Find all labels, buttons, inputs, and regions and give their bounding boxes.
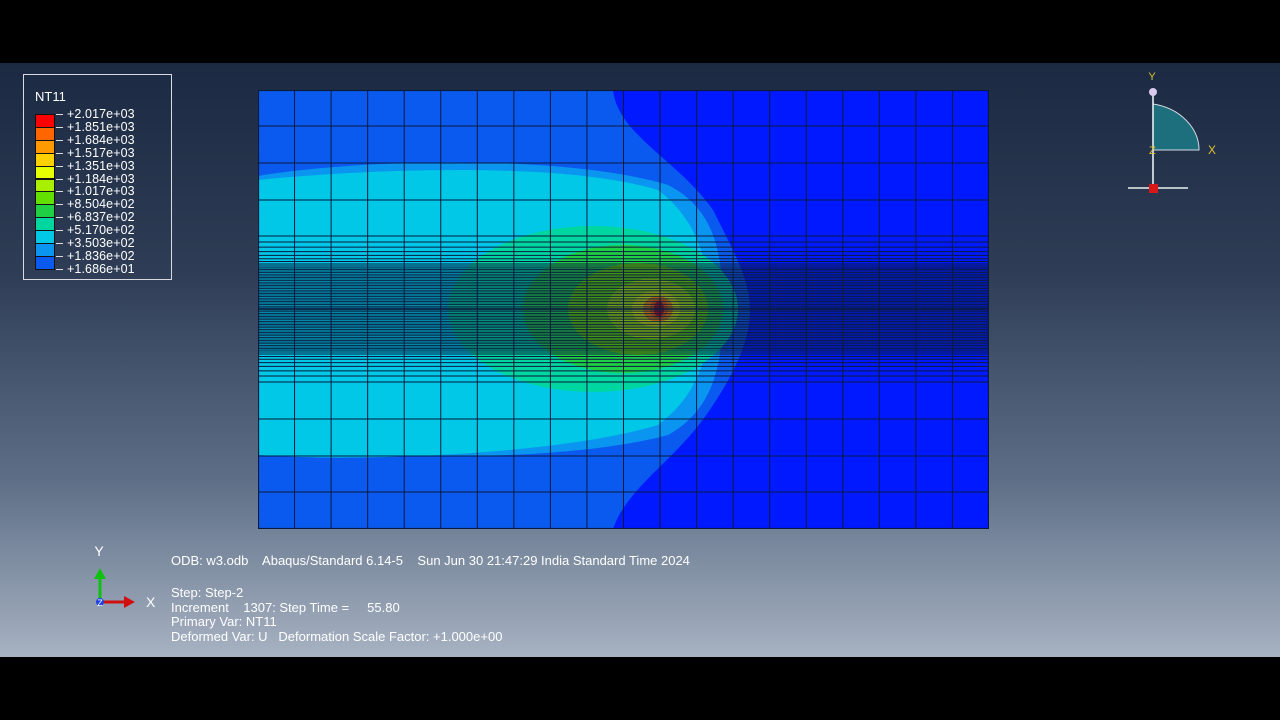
triad-y-arrow-icon: [94, 568, 106, 579]
legend-tick: [56, 152, 63, 154]
view-cube-triad[interactable]: Y X Z: [1120, 68, 1230, 203]
triad-x-label: X: [146, 594, 156, 610]
legend-tick: [56, 243, 63, 244]
legend-tick: [56, 217, 63, 219]
legend-tick: [56, 204, 63, 206]
legend-swatch: [35, 204, 55, 219]
legend-tick: [56, 139, 63, 141]
legend-tick: [56, 126, 63, 128]
odb-info-line: ODB: w3.odb Abaqus/Standard 6.14-5 Sun J…: [171, 553, 690, 568]
legend-tick: [56, 165, 63, 167]
legend-value: +1.517e+03: [67, 145, 135, 160]
primary-var-line: Primary Var: NT11: [171, 614, 277, 629]
legend-tick: [56, 191, 63, 193]
legend-swatch: [35, 230, 55, 244]
view-y-handle-icon[interactable]: [1149, 88, 1157, 96]
contour-legend: NT11 +2.017e+03 +1.851e+03 +1.684e+03 +1.51…: [23, 74, 172, 280]
legend-tick: [56, 178, 63, 180]
legend-swatch: [35, 165, 55, 180]
legend-tick: [56, 268, 63, 270]
legend-swatch: [35, 152, 55, 167]
legend-swatch: [35, 178, 55, 193]
view-z-label: Z: [1149, 145, 1156, 157]
step-info: Step: Step-2 Increment 1307: Step Time = …: [171, 585, 503, 644]
legend-swatch: [35, 126, 55, 141]
triad-z-label: Z: [97, 598, 103, 608]
legend-swatch: [35, 255, 55, 270]
legend-swatch: [35, 114, 55, 128]
triad-y-label: Y: [94, 543, 104, 559]
legend-value: +1.351e+03: [67, 158, 135, 173]
legend-value: +1.686e+01: [67, 261, 135, 276]
legend-title: NT11: [35, 89, 66, 104]
legend-tick: [56, 114, 63, 115]
view-x-label: X: [1208, 143, 1216, 157]
legend-tick: [56, 255, 63, 257]
legend-value: +1.851e+03: [67, 119, 135, 134]
view-quadrant: [1152, 103, 1200, 151]
legend-value: +1.684e+03: [67, 132, 135, 147]
legend-swatch: [35, 217, 55, 232]
legend-swatch: [35, 191, 55, 206]
view-y-label: Y: [1148, 71, 1156, 83]
legend-tick: [56, 230, 63, 232]
contour-plot[interactable]: [258, 90, 989, 529]
viewport[interactable]: NT11 +2.017e+03 +1.851e+03 +1.684e+03 +1.51…: [0, 63, 1280, 657]
triad-x-arrow-icon: [124, 596, 135, 608]
legend-swatch: [35, 243, 55, 257]
legend-value: +1.836e+02: [67, 248, 135, 263]
deformed-var-line: Deformed Var: U Deformation Scale Factor…: [171, 628, 503, 644]
coordinate-triad: Y X Z: [94, 543, 156, 610]
legend-swatch: [35, 139, 55, 154]
mesh-lines: [258, 90, 989, 529]
step-line: Step: Step-2: [171, 585, 244, 600]
view-origin-handle-icon[interactable]: [1149, 184, 1158, 193]
increment-line: Increment 1307: Step Time = 55.80: [171, 599, 400, 615]
